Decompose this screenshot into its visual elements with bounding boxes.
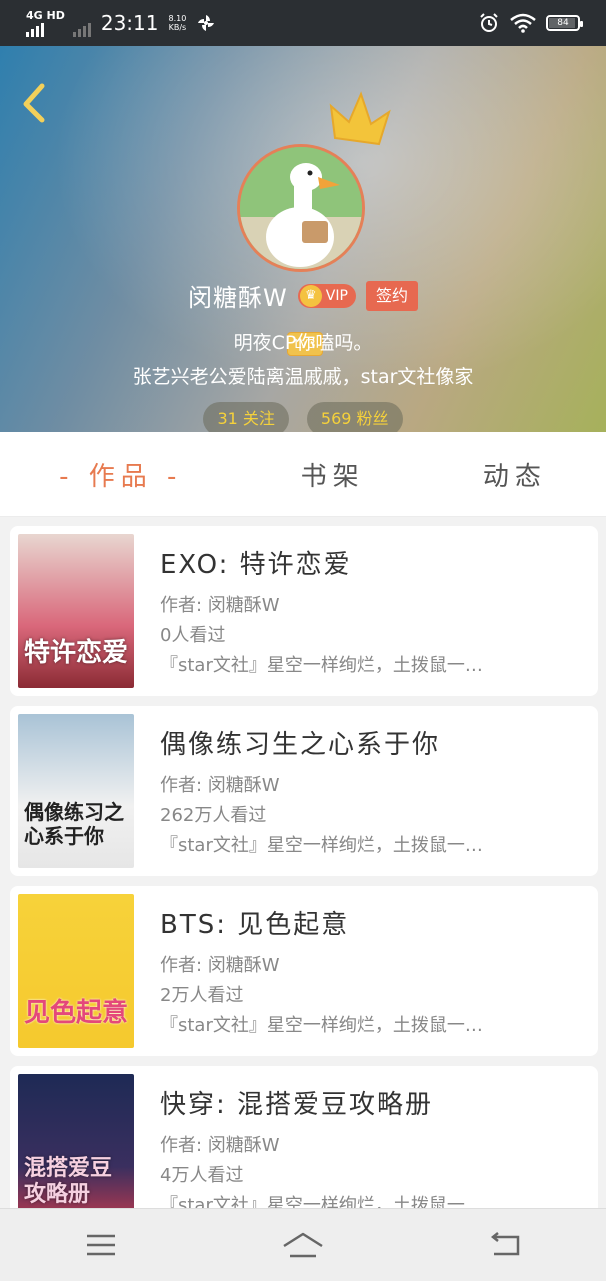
network-speed: 8.10 KB/s: [169, 14, 187, 32]
signal-secondary-icon: [72, 21, 91, 37]
work-summary: 『star文社』星空一样绚烂，土拨鼠一…: [160, 835, 483, 856]
back-nav-button[interactable]: [475, 1225, 535, 1265]
work-author: 作者: 闵糖酥W: [160, 595, 280, 616]
work-summary: 『star文社』星空一样绚烂，土拨鼠一…: [160, 655, 483, 676]
work-author: 作者: 闵糖酥W: [160, 775, 280, 796]
menu-button[interactable]: [71, 1225, 131, 1265]
avatar[interactable]: [237, 144, 365, 272]
status-bar: 4G HD 23:11 8.10 KB/s 84: [0, 0, 606, 46]
profile-header: LV3 闵糖酥W ♛ VIP 签约 明夜CP你嗑吗。 张艺兴老公爱陆离温戚戚，s…: [0, 46, 606, 432]
fans-count-button[interactable]: 569 粉丝: [306, 402, 403, 432]
network-label: 4G HD: [26, 8, 65, 22]
name-row: 闵糖酥W ♛ VIP 签约: [0, 278, 606, 313]
speed-unit: KB/s: [168, 23, 187, 32]
crown-icon: [329, 91, 391, 146]
vip-label: VIP: [325, 287, 348, 304]
home-icon: [283, 1232, 323, 1258]
work-title: BTS: 见色起意: [160, 910, 350, 940]
work-views: 2万人看过: [160, 985, 244, 1006]
clock: 23:11: [100, 11, 159, 35]
back-button[interactable]: [14, 80, 54, 124]
work-author: 作者: 闵糖酥W: [160, 1135, 280, 1156]
following-count-button[interactable]: 31 关注: [203, 402, 289, 432]
cover-title: 偶像练习之心系于你: [24, 800, 124, 848]
avatar-container: LV3: [237, 91, 391, 356]
work-title: 偶像练习生之心系于你: [160, 730, 441, 760]
works-list: 特许恋爱 EXO: 特许恋爱 作者: 闵糖酥W 0人看过 『star文社』星空一…: [10, 526, 598, 1246]
work-card[interactable]: 偶像练习之心系于你 偶像练习生之心系于你 作者: 闵糖酥W 262万人看过 『s…: [10, 706, 598, 876]
vip-crown-icon: ♛: [299, 284, 322, 307]
work-card[interactable]: 见色起意 BTS: 见色起意 作者: 闵糖酥W 2万人看过 『star文社』星空…: [10, 886, 598, 1056]
signal-icon: [26, 21, 65, 37]
cover-title: 混搭爱豆攻略册: [24, 1156, 113, 1207]
tab-activity[interactable]: 动态: [483, 456, 547, 493]
work-info: EXO: 特许恋爱 作者: 闵糖酥W 0人看过 『star文社』星空一样绚烂，土…: [160, 544, 578, 681]
return-icon: [490, 1232, 520, 1256]
wifi-icon: [510, 13, 536, 33]
work-title: 快穿: 混搭爱豆攻略册: [160, 1090, 434, 1120]
menu-icon: [87, 1234, 115, 1256]
cover-title: 见色起意: [24, 998, 129, 1028]
work-info: 偶像练习生之心系于你 作者: 闵糖酥W 262万人看过 『star文社』星空一样…: [160, 724, 578, 861]
signed-badge[interactable]: 签约: [365, 280, 418, 311]
home-button[interactable]: [273, 1225, 333, 1265]
stats-row: 31 关注 569 粉丝: [0, 402, 606, 432]
chevron-left-icon: [23, 83, 45, 123]
work-author: 作者: 闵糖酥W: [160, 955, 280, 976]
bio-line-1: 明夜CP你嗑吗。: [233, 332, 373, 354]
profile-tabs: - 作品 - 书架 动态: [0, 432, 606, 517]
work-title: EXO: 特许恋爱: [160, 550, 352, 580]
goose-avatar-image: [240, 147, 362, 269]
work-views: 4万人看过: [160, 1165, 244, 1186]
work-info: 快穿: 混搭爱豆攻略册 作者: 闵糖酥W 4万人看过 『star文社』星空一样绚…: [160, 1084, 578, 1221]
book-cover: 混搭爱豆攻略册: [18, 1074, 134, 1228]
tab-bookshelf[interactable]: 书架: [301, 456, 365, 493]
bio: 明夜CP你嗑吗。 张艺兴老公爱陆离温戚戚，star文社像家: [0, 326, 606, 394]
tab-works[interactable]: - 作品 -: [59, 456, 182, 493]
work-info: BTS: 见色起意 作者: 闵糖酥W 2万人看过 『star文社』星空一样绚烂，…: [160, 904, 578, 1041]
username: 闵糖酥W: [188, 284, 288, 312]
book-cover: 特许恋爱: [18, 534, 134, 688]
network-indicator: 4G HD: [26, 10, 91, 37]
book-cover: 偶像练习之心系于你: [18, 714, 134, 868]
work-card[interactable]: 特许恋爱 EXO: 特许恋爱 作者: 闵糖酥W 0人看过 『star文社』星空一…: [10, 526, 598, 696]
work-views: 262万人看过: [160, 805, 267, 826]
work-summary: 『star文社』星空一样绚烂，土拨鼠一…: [160, 1015, 483, 1036]
alarm-icon: [480, 13, 498, 32]
bio-line-2: 张艺兴老公爱陆离温戚戚，star文社像家: [132, 366, 474, 388]
cover-title: 特许恋爱: [24, 638, 129, 668]
book-cover: 见色起意: [18, 894, 134, 1048]
battery-icon: 84: [546, 15, 583, 31]
vip-badge[interactable]: ♛ VIP: [297, 283, 356, 308]
work-views: 0人看过: [160, 625, 226, 646]
fan-icon: [198, 15, 215, 31]
speed-value: 8.10: [168, 14, 187, 23]
system-nav-bar: [0, 1208, 606, 1281]
